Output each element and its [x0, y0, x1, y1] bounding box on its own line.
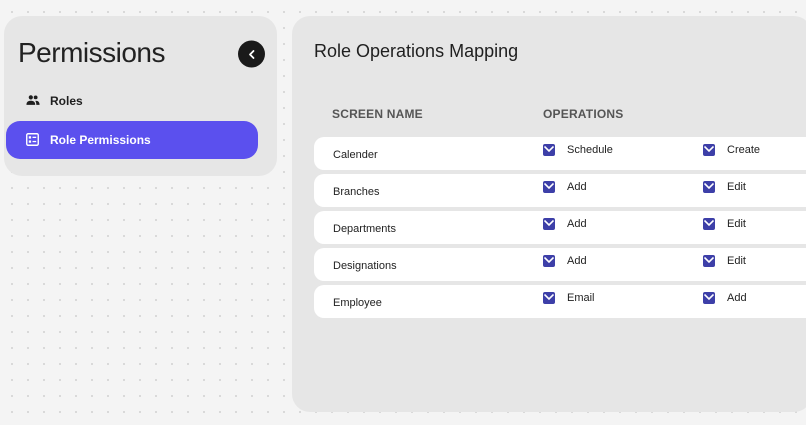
chevron-left-icon [248, 49, 254, 59]
column-header-screen-name: SCREEN NAME [332, 107, 423, 121]
operation-label: Edit [727, 181, 746, 193]
operation-label: Add [567, 255, 587, 267]
screen-name-cell: Calender [333, 149, 378, 161]
operation-checkbox[interactable]: Edit [703, 255, 746, 267]
screen-name-cell: Departments [333, 223, 396, 235]
table-row: Calender Schedule Create [314, 137, 806, 170]
sidebar-item-label: Role Permissions [50, 133, 151, 147]
operation-checkbox[interactable]: Add [543, 255, 587, 267]
screen-name-cell: Employee [333, 297, 382, 309]
operation-label: Add [567, 218, 587, 230]
table-row: Branches Add Edit [314, 174, 806, 207]
table-row: Employee Email Add [314, 285, 806, 318]
operation-label: Create [727, 144, 761, 156]
operation-checkbox[interactable]: Schedule [543, 144, 613, 156]
checkbox-checked-icon[interactable] [543, 218, 555, 230]
checkbox-checked-icon[interactable] [543, 181, 555, 193]
table-row: Designations Add Edit [314, 248, 806, 281]
page-title: Role Operations Mapping [314, 41, 519, 61]
sidebar-title: Permissions [18, 37, 165, 68]
screen-name-cell: Branches [333, 186, 380, 198]
sidebar-item-label: Roles [50, 94, 83, 108]
operation-checkbox[interactable]: Add [703, 292, 747, 304]
operation-label: Add [727, 292, 747, 304]
operation-checkbox[interactable]: Add [543, 181, 587, 193]
sidebar-item-roles[interactable]: Roles [6, 82, 258, 120]
checkbox-checked-icon[interactable] [703, 218, 715, 230]
column-header-operations: OPERATIONS [543, 107, 624, 121]
checkbox-checked-icon[interactable] [703, 255, 715, 267]
checkbox-checked-icon[interactable] [703, 292, 715, 304]
operation-checkbox[interactable]: Add [543, 218, 587, 230]
operation-label: Edit [727, 255, 746, 267]
table-row: Departments Add Edit [314, 211, 806, 244]
checkbox-checked-icon[interactable] [543, 255, 555, 267]
collapse-sidebar-button[interactable] [238, 40, 265, 68]
checkbox-checked-icon[interactable] [703, 181, 715, 193]
sidebar: Permissions Roles Role Permissions [4, 16, 277, 176]
main-panel: Role Operations Mapping SCREEN NAME OPER… [292, 16, 806, 412]
operation-label: Email [567, 292, 595, 304]
operation-checkbox[interactable]: Create [703, 144, 760, 156]
badge-list-icon [26, 133, 40, 147]
checkbox-checked-icon[interactable] [543, 144, 555, 156]
checkbox-checked-icon[interactable] [543, 292, 555, 304]
operation-checkbox[interactable]: Email [543, 292, 595, 304]
operation-label: Schedule [567, 144, 613, 156]
group-icon [26, 94, 40, 108]
checkbox-checked-icon[interactable] [703, 144, 715, 156]
screen-name-cell: Designations [333, 260, 397, 272]
operation-label: Add [567, 181, 587, 193]
sidebar-item-role-permissions[interactable]: Role Permissions [6, 121, 258, 159]
operation-label: Edit [727, 218, 746, 230]
operation-checkbox[interactable]: Edit [703, 218, 746, 230]
operation-checkbox[interactable]: Edit [703, 181, 746, 193]
